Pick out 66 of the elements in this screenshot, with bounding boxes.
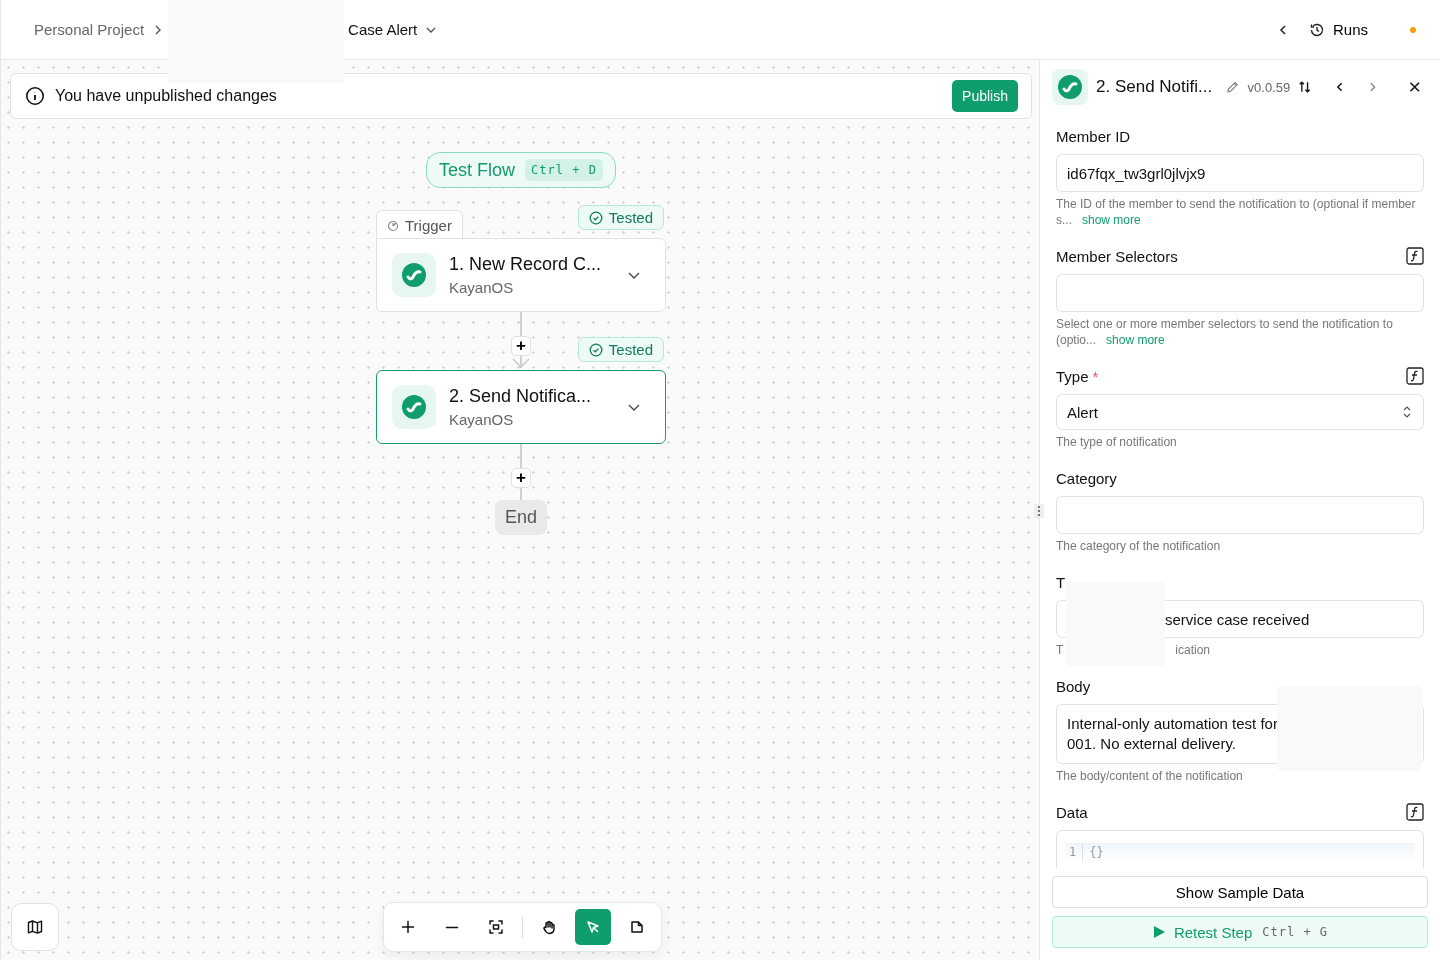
arrow-down-icon (512, 358, 530, 368)
show-more-link[interactable]: show more (1106, 333, 1165, 347)
tested-badge: Tested (577, 205, 664, 230)
step-card[interactable]: 2. Send Notifica... KayanOS (376, 370, 666, 444)
field-help: The body/content of the notification (1056, 768, 1244, 784)
field-help: Select one or more member selectors to send the notification to (optio... show more (1056, 316, 1394, 348)
pointer-icon (585, 919, 601, 935)
field-label: Category (1056, 469, 1117, 487)
tested-badge: Tested (577, 337, 664, 362)
field-label: Type (1056, 367, 1089, 385)
add-step-button[interactable]: + (511, 336, 531, 356)
status-dot (1410, 26, 1416, 33)
zoom-out-icon (444, 925, 460, 929)
show-sample-data-button[interactable]: Show Sample Data (1052, 876, 1428, 908)
resize-handle[interactable] (1034, 504, 1044, 518)
map-icon (27, 919, 43, 935)
show-more-link[interactable]: show more (1082, 213, 1141, 227)
version-label: v0.0.59 (1247, 79, 1291, 95)
play-icon (1151, 925, 1166, 939)
close-icon[interactable] (1408, 81, 1420, 93)
step-title: 1. New Record C... (449, 254, 603, 275)
pencil-icon[interactable] (1226, 80, 1240, 94)
flow-name[interactable]: Case Alert (348, 21, 418, 38)
text-field[interactable] (1056, 274, 1424, 312)
field-help: The category of the notification (1056, 538, 1222, 554)
note-icon (629, 919, 645, 935)
pointer-tool[interactable] (575, 909, 611, 945)
project-link[interactable]: Personal Project (34, 21, 145, 38)
history-icon (1308, 21, 1325, 38)
swap-icon[interactable] (1298, 80, 1312, 94)
step-title: 2. Send Notifi... (1096, 77, 1213, 97)
runs-button[interactable]: Runs (1302, 17, 1374, 42)
field-help: ication (1175, 642, 1211, 658)
app-logo-icon (392, 253, 436, 297)
end-node: End (495, 500, 547, 535)
step-app: KayanOS (449, 411, 515, 428)
field-help: The type of notification (1056, 434, 1178, 450)
map-button[interactable] (11, 903, 59, 951)
up-down-chevron-icon (1401, 405, 1413, 419)
field-label: T (1056, 573, 1066, 591)
field-label: Data (1056, 803, 1088, 821)
add-step-button[interactable]: + (511, 468, 531, 488)
field-label: Body (1056, 677, 1091, 695)
hand-icon (541, 919, 557, 935)
field-label: Member Selectors (1056, 247, 1178, 265)
app-logo-icon (392, 385, 436, 429)
type-dropdown[interactable]: Alert (1056, 394, 1424, 430)
retest-step-button[interactable]: Retest Step Ctrl + G (1052, 916, 1428, 948)
formula-icon[interactable] (1406, 247, 1424, 265)
field-help: T (1056, 642, 1064, 658)
zoom-in-icon (400, 919, 416, 935)
step-title: 2. Send Notifica... (449, 386, 593, 407)
text-field[interactable] (1056, 496, 1424, 534)
banner-message: You have unpublished changes (55, 87, 278, 105)
fit-icon (488, 919, 504, 935)
clock-icon (387, 219, 399, 232)
formula-icon[interactable] (1406, 803, 1424, 821)
field-label: Member ID (1056, 127, 1131, 145)
formula-icon[interactable] (1406, 367, 1424, 385)
required-asterisk: * (1092, 367, 1099, 385)
info-icon (25, 86, 45, 106)
step-app: KayanOS (449, 279, 515, 296)
text-field[interactable]: id67fqx_tw3grl0jlvjx9 (1056, 154, 1424, 192)
field-help: The ID of the member to send the notification to (optional if member s... show more (1056, 196, 1417, 228)
step-card[interactable]: 1. New Record C... KayanOS (376, 238, 666, 312)
app-logo-icon (1052, 69, 1088, 105)
